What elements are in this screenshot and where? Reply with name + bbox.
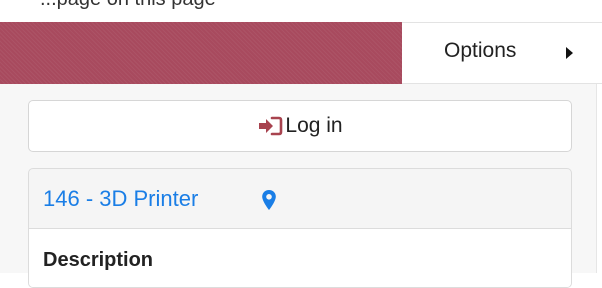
caret-right-icon [566,47,573,59]
options-button[interactable]: Options [402,22,602,84]
top-cut-text: ...page on this page [0,0,602,20]
card-header: 146 - 3D Printer [29,169,571,229]
card-body: Description [29,229,571,287]
item-title-link[interactable]: 146 - 3D Printer [43,186,198,212]
sign-in-icon [257,115,283,137]
item-card: 146 - 3D Printer Description [28,168,572,288]
map-marker-icon[interactable] [261,189,277,211]
top-cut-label: ...page on this page [40,0,216,11]
options-label: Options [444,39,517,62]
header-bar: Options [0,22,602,84]
brand-strip [0,22,402,84]
login-label: Log in [285,114,343,137]
description-label: Description [43,249,154,271]
login-button[interactable]: Log in [28,100,572,152]
